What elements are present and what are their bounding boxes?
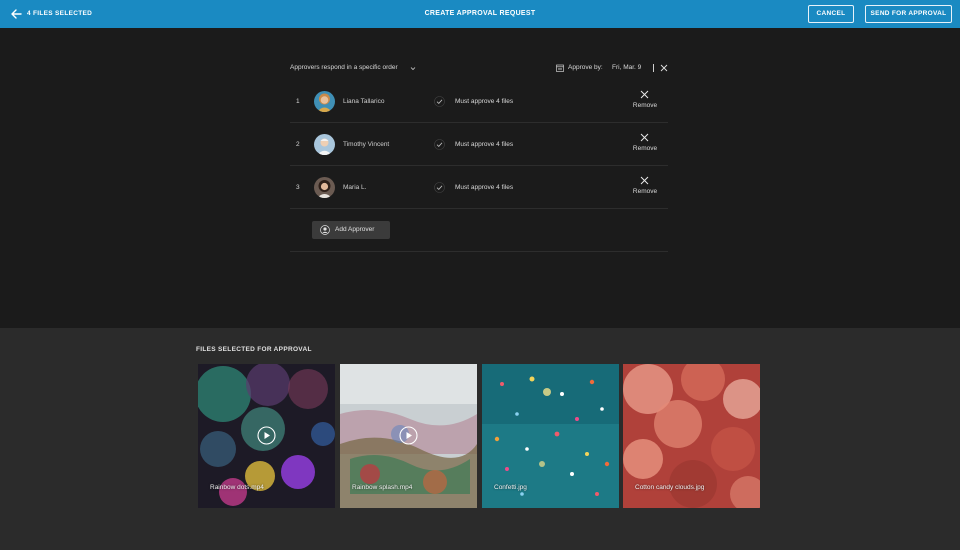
approver-name: Liana Tallarico — [343, 98, 385, 105]
remove-approver-button[interactable]: Remove — [628, 131, 662, 157]
play-icon[interactable] — [399, 426, 418, 445]
approver-index: 3 — [296, 184, 300, 191]
approver-row: 3 Maria L. Must approve 4 files Remove — [290, 166, 668, 209]
remove-approver-button[interactable]: Remove — [628, 88, 662, 114]
top-bar: 4 FILES SELECTED CREATE APPROVAL REQUEST… — [0, 0, 960, 28]
file-thumbnail[interactable]: Rainbow dots.mp4 — [198, 364, 335, 508]
files-section-title: FILES SELECTED FOR APPROVAL — [196, 346, 312, 353]
send-for-approval-button[interactable]: SEND FOR APPROVAL — [865, 5, 952, 23]
order-dropdown[interactable]: Approvers respond in a specific order — [290, 64, 398, 71]
chevron-down-icon[interactable] — [410, 66, 416, 71]
check-icon — [434, 96, 445, 107]
avatar — [314, 134, 335, 155]
approver-name: Timothy Vincent — [343, 141, 390, 148]
calendar-icon[interactable] — [556, 64, 564, 72]
add-approver-button[interactable]: Add Approver — [312, 221, 390, 239]
user-icon — [320, 225, 330, 235]
approval-area: Approvers respond in a specific order Ap… — [0, 28, 960, 328]
file-name: Rainbow splash.mp4 — [352, 484, 413, 491]
check-icon — [434, 139, 445, 150]
approve-by-date[interactable]: Fri, Mar. 9 — [612, 64, 641, 71]
divider — [653, 64, 654, 72]
add-approver-label: Add Approver — [335, 226, 375, 233]
add-approver-row: Add Approver — [290, 209, 668, 252]
approver-index: 2 — [296, 141, 300, 148]
play-icon[interactable] — [257, 426, 276, 445]
close-icon — [640, 176, 649, 185]
approver-row: 2 Timothy Vincent Must approve 4 files R… — [290, 123, 668, 166]
approve-by-label: Approve by: — [568, 64, 603, 71]
file-thumbnail[interactable]: Rainbow splash.mp4 — [340, 364, 477, 508]
file-thumbnail[interactable]: Cotton candy clouds.jpg — [623, 364, 760, 508]
remove-label: Remove — [632, 188, 658, 195]
close-icon — [640, 133, 649, 142]
approval-requirement: Must approve 4 files — [455, 141, 514, 148]
remove-label: Remove — [632, 145, 658, 152]
file-name: Confetti.jpg — [494, 484, 527, 491]
file-thumbnail[interactable]: Confetti.jpg — [482, 364, 619, 508]
approval-requirement: Must approve 4 files — [455, 98, 514, 105]
approver-row: 1 Liana Tallarico Must approve 4 files R… — [290, 80, 668, 123]
files-section: FILES SELECTED FOR APPROVAL Rainbow dots… — [0, 328, 960, 550]
selected-count: 4 FILES SELECTED — [27, 10, 93, 17]
approval-settings-row: Approvers respond in a specific order Ap… — [290, 64, 668, 74]
file-name: Rainbow dots.mp4 — [210, 484, 264, 491]
close-icon[interactable] — [660, 64, 668, 72]
close-icon — [640, 90, 649, 99]
cancel-button[interactable]: CANCEL — [808, 5, 854, 23]
approver-name: Maria L. — [343, 184, 367, 191]
arrow-left-icon[interactable] — [9, 7, 23, 21]
avatar — [314, 177, 335, 198]
remove-approver-button[interactable]: Remove — [628, 174, 662, 200]
avatar — [314, 91, 335, 112]
file-name: Cotton candy clouds.jpg — [635, 484, 705, 491]
approver-index: 1 — [296, 98, 300, 105]
remove-label: Remove — [632, 102, 658, 109]
check-icon — [434, 182, 445, 193]
approval-requirement: Must approve 4 files — [455, 184, 514, 191]
